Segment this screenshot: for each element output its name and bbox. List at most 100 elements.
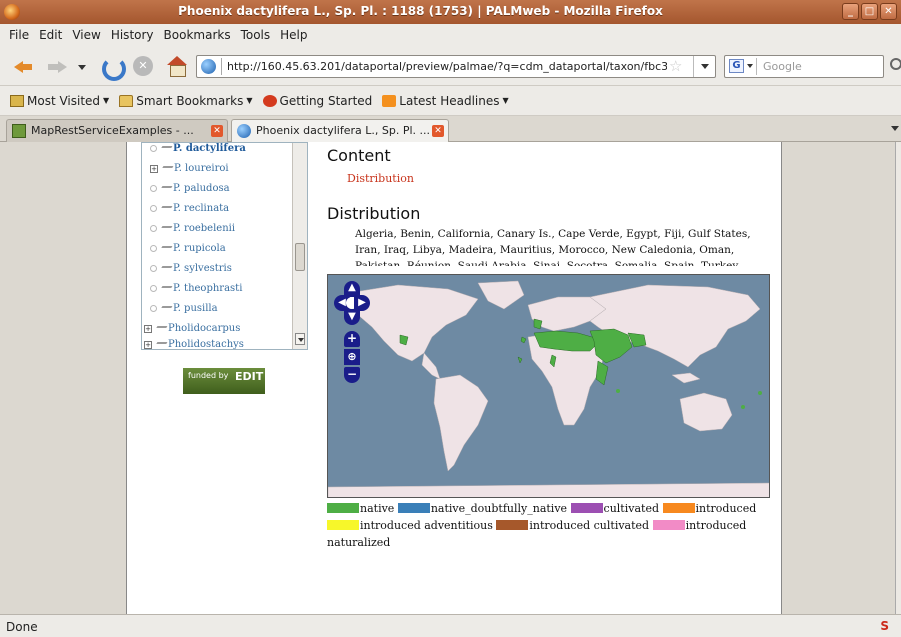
page-scrollbar[interactable] xyxy=(895,142,901,614)
funded-by-edit-logo[interactable]: funded by EDIT xyxy=(183,368,265,394)
legend-label: introduced xyxy=(695,502,757,515)
search-icon[interactable] xyxy=(890,58,901,70)
url-input[interactable]: http://160.45.63.201/dataportal/preview/… xyxy=(227,60,667,73)
tree-node[interactable]: P. sylvestris xyxy=(150,263,232,283)
back-arrow-icon[interactable] xyxy=(14,55,36,77)
legend-label: cultivated xyxy=(603,502,659,515)
tree-node[interactable]: P. roebelenii xyxy=(150,223,235,243)
tab-list-dropdown-icon[interactable] xyxy=(891,126,899,131)
menu-view[interactable]: View xyxy=(67,24,105,46)
distribution-heading: Distribution xyxy=(327,204,421,223)
distribution-map[interactable]: ▲ ◀ ▶ ▼ + ⊕ − xyxy=(327,274,770,498)
distribution-link[interactable]: Distribution xyxy=(347,172,414,185)
globe-favicon-icon xyxy=(237,124,251,138)
legend-item-native-doubtfully: native_doubtfully_native xyxy=(397,502,568,515)
menu-tools[interactable]: Tools xyxy=(236,24,276,46)
bookmark-label: Latest Headlines xyxy=(399,93,500,108)
legend-label: native_doubtfully_native xyxy=(430,502,568,515)
expand-icon[interactable]: + xyxy=(144,340,152,349)
close-tab-icon[interactable]: ✕ xyxy=(432,125,444,137)
legend-item-introduced-adventitious: introduced adventitious xyxy=(327,519,493,532)
tree-node[interactable]: + P. loureiroi xyxy=(150,163,229,183)
tab-phoenix[interactable]: Phoenix dactylifera L., Sp. Pl. ... ✕ xyxy=(231,119,449,143)
bookmark-most-visited[interactable]: Most Visited ▼ xyxy=(10,94,109,108)
url-dropdown-button[interactable] xyxy=(693,56,715,77)
expand-icon[interactable]: + xyxy=(150,164,158,173)
expand-icon[interactable]: + xyxy=(144,324,152,333)
tree-node[interactable]: P. pusilla xyxy=(150,303,218,323)
bookmark-smart-bookmarks[interactable]: Smart Bookmarks ▼ xyxy=(119,94,253,108)
zoom-in-icon[interactable]: + xyxy=(344,331,360,347)
legend-trailing-label: naturalized xyxy=(327,536,391,549)
legend-swatch xyxy=(496,520,529,530)
tab-maprestservice[interactable]: MapRestServiceExamples - ... ✕ xyxy=(6,119,228,142)
tree-node[interactable]: P. paludosa xyxy=(150,183,230,203)
legend-item-native: native xyxy=(327,502,394,515)
url-bar[interactable]: http://160.45.63.201/dataportal/preview/… xyxy=(196,55,716,78)
legend-item-cultivated: cultivated xyxy=(570,502,659,515)
legend-swatch xyxy=(652,520,685,530)
bullet-icon xyxy=(150,205,157,212)
bookmark-star-icon[interactable]: ☆ xyxy=(669,58,682,75)
tree-node-label: P. roebelenii xyxy=(173,223,236,234)
status-text: Done xyxy=(6,620,38,634)
reload-icon[interactable] xyxy=(100,55,126,81)
pan-down-icon[interactable]: ▼ xyxy=(344,309,360,325)
url-separator xyxy=(221,58,222,75)
smart-folder-icon xyxy=(119,94,134,107)
native-region-fiji xyxy=(758,391,762,395)
menu-file[interactable]: File xyxy=(4,24,34,46)
search-input[interactable]: Google xyxy=(763,60,802,73)
left-margin xyxy=(0,142,126,614)
menu-bookmarks[interactable]: Bookmarks xyxy=(159,24,236,46)
bullet-icon xyxy=(150,305,157,312)
world-map xyxy=(328,275,769,497)
leaf-icon xyxy=(159,286,173,291)
tree-node-label: P. reclinata xyxy=(173,203,230,214)
bookmark-latest-headlines[interactable]: Latest Headlines ▼ xyxy=(382,93,509,108)
folder-icon xyxy=(10,94,24,107)
tree-node[interactable]: P. reclinata xyxy=(150,203,229,223)
search-engine-selector[interactable]: G xyxy=(727,58,757,75)
minimize-icon[interactable]: _ xyxy=(842,3,859,20)
bookmark-getting-started[interactable]: Getting Started xyxy=(262,94,372,108)
page-body: P. dactylifera + P. loureiroi P. paludosa… xyxy=(126,142,782,614)
window-title-bar: Phoenix dactylifera L., Sp. Pl. : 1188 (… xyxy=(0,0,901,24)
bullet-icon xyxy=(150,185,157,192)
tree-node[interactable]: P. dactylifera xyxy=(150,143,246,163)
legend-swatch xyxy=(327,503,359,513)
scroll-down-icon[interactable] xyxy=(295,333,305,345)
tree-scroll-thumb[interactable] xyxy=(295,243,305,271)
bullet-icon xyxy=(150,245,157,252)
zoom-out-icon[interactable]: − xyxy=(344,367,360,383)
search-bar[interactable]: G Google xyxy=(724,55,884,78)
tree-node[interactable]: P. theophrasti xyxy=(150,283,242,303)
leaf-icon xyxy=(159,246,173,251)
content-heading: Content xyxy=(327,146,391,165)
tree-node[interactable]: + Pholidostachys xyxy=(144,339,244,349)
history-dropdown-icon[interactable] xyxy=(78,65,86,70)
menu-edit[interactable]: Edit xyxy=(34,24,67,46)
maximize-icon[interactable]: □ xyxy=(861,3,878,20)
close-tab-icon[interactable]: ✕ xyxy=(211,125,223,137)
tree-node-label: P. paludosa xyxy=(173,183,230,194)
bullet-icon xyxy=(150,225,157,232)
page-viewport: P. dactylifera + P. loureiroi P. paludosa… xyxy=(0,142,901,614)
forward-arrow-icon[interactable] xyxy=(48,55,70,77)
legend-item-introduced: introduced xyxy=(662,502,757,515)
site-identity-icon[interactable] xyxy=(201,59,216,74)
close-icon[interactable]: ✕ xyxy=(880,3,897,20)
tree-scrollbar[interactable] xyxy=(292,143,307,349)
legend-item-introduced-naturalized: introduced xyxy=(652,519,746,532)
leaf-icon xyxy=(159,206,173,211)
home-icon[interactable] xyxy=(166,55,188,77)
stop-icon[interactable] xyxy=(132,55,154,77)
legend-label: introduced cultivated xyxy=(529,519,650,532)
menu-history[interactable]: History xyxy=(106,24,159,46)
leaf-icon xyxy=(159,306,173,311)
menu-help[interactable]: Help xyxy=(275,24,312,46)
addon-status-icon[interactable]: S xyxy=(880,619,889,633)
zoom-world-icon[interactable]: ⊕ xyxy=(344,349,360,365)
tree-node[interactable]: P. rupicola xyxy=(150,243,226,263)
leaf-icon xyxy=(154,342,168,347)
